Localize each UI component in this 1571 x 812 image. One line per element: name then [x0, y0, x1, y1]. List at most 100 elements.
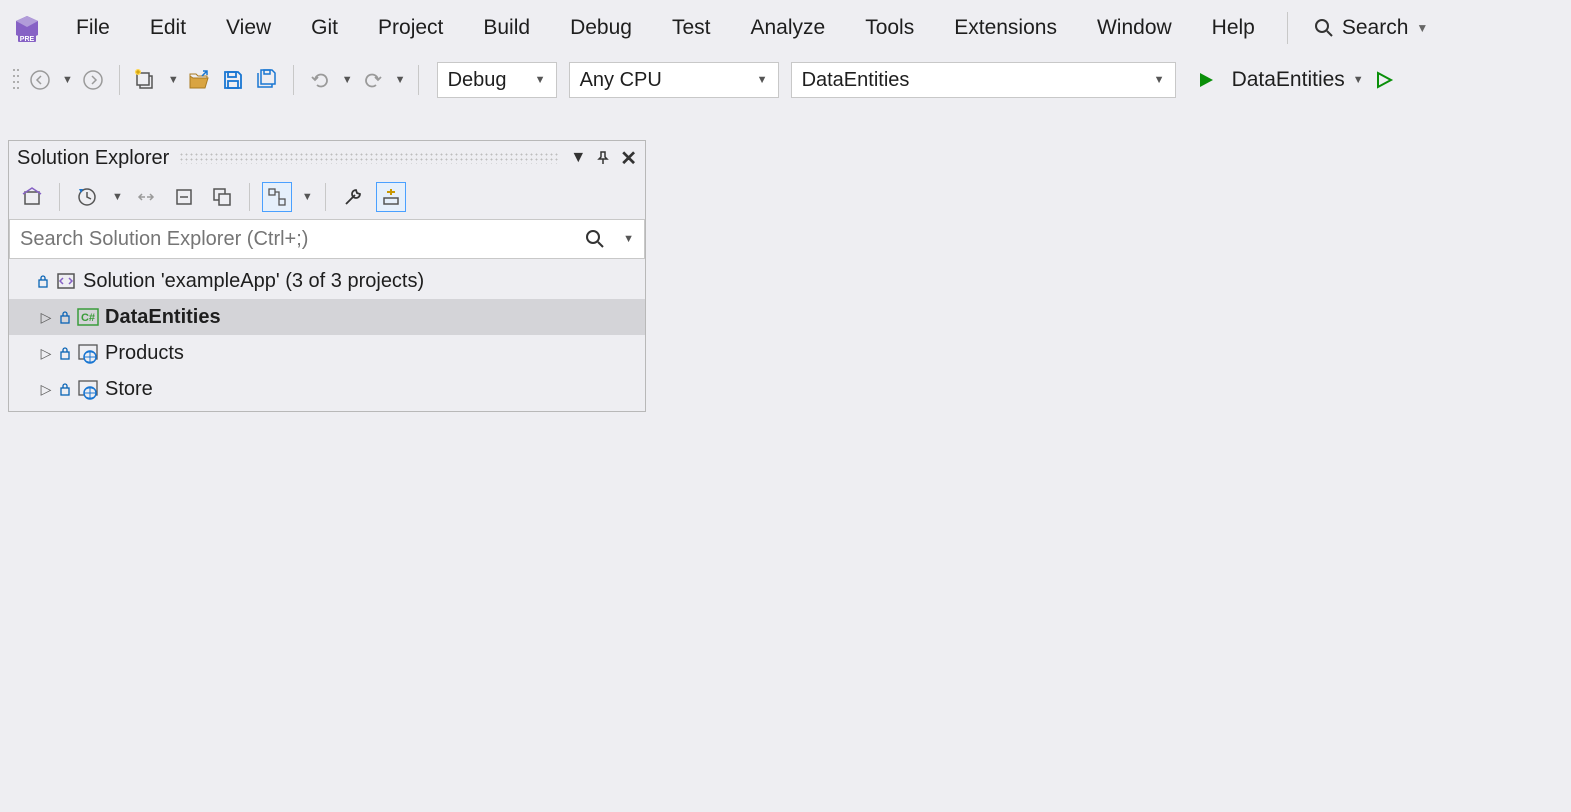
project-label: DataEntities — [105, 306, 221, 329]
panel-pin-button[interactable] — [596, 151, 610, 165]
platform-value: Any CPU — [580, 69, 662, 92]
project-label: Store — [105, 378, 153, 401]
panel-grip[interactable] — [179, 152, 560, 164]
startup-project-combo[interactable]: DataEntities ▼ — [791, 62, 1176, 98]
project-label: Products — [105, 342, 184, 365]
toolbar-separator — [59, 183, 60, 211]
web-project-icon — [77, 378, 99, 400]
solution-explorer-panel: Solution Explorer ▼ ✕ ▼ ▼ ▼ Solution — [8, 140, 646, 412]
svg-text:C#: C# — [81, 312, 95, 324]
configuration-value: Debug — [448, 69, 507, 92]
start-debug-button[interactable] — [1192, 66, 1220, 94]
search-icon — [585, 229, 605, 249]
startup-project-value: DataEntities — [802, 69, 910, 92]
start-debug-dropdown[interactable]: ▼ — [1351, 74, 1364, 86]
save-button[interactable] — [219, 66, 247, 94]
vs-logo-icon: PRE — [12, 13, 42, 43]
nav-back-button[interactable] — [26, 66, 54, 94]
toolbar-grip-icon — [12, 66, 20, 94]
preview-selected-button[interactable] — [376, 182, 406, 212]
global-search[interactable]: Search ▼ — [1306, 12, 1436, 44]
undo-button[interactable] — [306, 66, 334, 94]
home-button[interactable] — [17, 182, 47, 212]
toolbar-separator — [325, 183, 326, 211]
toolbar-separator — [249, 183, 250, 211]
new-project-dropdown[interactable]: ▼ — [166, 74, 179, 86]
toolbar-separator — [418, 65, 419, 95]
menu-analyze[interactable]: Analyze — [732, 10, 843, 46]
lock-icon — [59, 346, 71, 360]
filter-dropdown[interactable]: ▼ — [110, 191, 123, 203]
project-item-store[interactable]: ▷ Store — [9, 371, 645, 407]
csharp-project-icon: C# — [77, 307, 99, 327]
undo-dropdown[interactable]: ▼ — [340, 74, 353, 86]
search-label: Search — [1342, 16, 1409, 40]
chevron-down-icon: ▼ — [1416, 21, 1428, 35]
wrench-icon — [342, 186, 364, 208]
project-item-dataentities[interactable]: ▷ C# DataEntities — [9, 299, 645, 335]
search-options-dropdown[interactable]: ▼ — [613, 233, 644, 245]
new-project-button[interactable] — [132, 66, 160, 94]
menu-git[interactable]: Git — [293, 10, 356, 46]
web-project-icon — [77, 342, 99, 364]
collapse-all-button[interactable] — [169, 182, 199, 212]
solution-tree: Solution 'exampleApp' (3 of 3 projects) … — [9, 259, 645, 411]
search-button[interactable] — [577, 229, 613, 249]
toolbar-separator — [119, 65, 120, 95]
pin-icon — [596, 151, 610, 165]
view-dropdown[interactable]: ▼ — [300, 191, 313, 203]
expand-icon[interactable]: ▷ — [39, 381, 53, 398]
start-without-debug-button[interactable] — [1370, 66, 1398, 94]
platform-combo[interactable]: Any CPU ▼ — [569, 62, 779, 98]
open-button[interactable] — [185, 66, 213, 94]
toolbar-separator — [293, 65, 294, 95]
expand-icon[interactable]: ▷ — [39, 345, 53, 362]
properties-button[interactable] — [338, 182, 368, 212]
menu-extensions[interactable]: Extensions — [936, 10, 1075, 46]
menu-bar: PRE File Edit View Git Project Build Deb… — [0, 0, 1571, 56]
menu-edit[interactable]: Edit — [132, 10, 204, 46]
menu-test[interactable]: Test — [654, 10, 729, 46]
menu-view[interactable]: View — [208, 10, 289, 46]
chevron-down-icon: ▼ — [757, 74, 768, 86]
chevron-down-icon: ▼ — [535, 74, 546, 86]
menu-file[interactable]: File — [58, 10, 128, 46]
menu-project[interactable]: Project — [360, 10, 461, 46]
panel-window-position-button[interactable]: ▼ — [570, 149, 586, 167]
expand-icon[interactable]: ▷ — [39, 309, 53, 326]
track-active-item-button[interactable] — [262, 182, 292, 212]
menu-build[interactable]: Build — [465, 10, 548, 46]
nav-back-dropdown[interactable]: ▼ — [60, 74, 73, 86]
solution-search-input[interactable] — [10, 228, 577, 251]
configuration-combo[interactable]: Debug ▼ — [437, 62, 557, 98]
solution-explorer-toolbar: ▼ ▼ — [9, 175, 645, 219]
main-toolbar: ▼ ▼ ▼ ▼ Debug ▼ Any CPU ▼ DataEntities ▼… — [0, 56, 1571, 104]
start-debug-label[interactable]: DataEntities — [1232, 68, 1345, 92]
search-icon — [1314, 18, 1334, 38]
play-icon — [1196, 70, 1216, 90]
lock-icon — [59, 382, 71, 396]
pending-changes-filter-button[interactable] — [72, 182, 102, 212]
project-item-products[interactable]: ▷ Products — [9, 335, 645, 371]
panel-close-button[interactable]: ✕ — [620, 146, 637, 171]
chevron-down-icon: ▼ — [1154, 74, 1165, 86]
redo-button[interactable] — [359, 66, 387, 94]
lock-icon — [59, 310, 71, 324]
menu-tools[interactable]: Tools — [847, 10, 932, 46]
redo-dropdown[interactable]: ▼ — [393, 74, 406, 86]
sync-active-button[interactable] — [131, 182, 161, 212]
solution-explorer-search: ▼ — [9, 219, 645, 259]
svg-text:PRE: PRE — [20, 36, 35, 43]
menu-window[interactable]: Window — [1079, 10, 1190, 46]
menu-separator — [1287, 12, 1288, 44]
save-all-button[interactable] — [253, 66, 281, 94]
show-all-files-button[interactable] — [207, 182, 237, 212]
solution-label: Solution 'exampleApp' (3 of 3 projects) — [83, 270, 424, 293]
lock-icon — [37, 274, 49, 288]
panel-titlebar: Solution Explorer ▼ ✕ — [9, 141, 645, 175]
menu-debug[interactable]: Debug — [552, 10, 650, 46]
panel-title: Solution Explorer — [17, 147, 169, 170]
nav-forward-button[interactable] — [79, 66, 107, 94]
solution-root[interactable]: Solution 'exampleApp' (3 of 3 projects) — [9, 263, 645, 299]
menu-help[interactable]: Help — [1194, 10, 1273, 46]
